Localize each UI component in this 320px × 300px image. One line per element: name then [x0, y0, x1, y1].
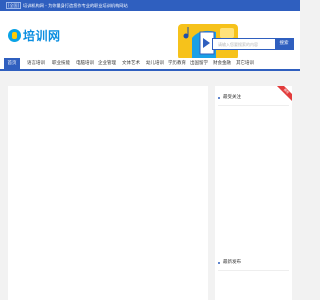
search-input[interactable]: 请输入您要搜索的内容 [218, 41, 258, 48]
top-bar: [全国] 培训机构网 - 为你量身打造您作专业的职业培训机构网站 [0, 0, 300, 11]
sidebar-title-popular: 最受关注 [223, 95, 241, 100]
site-logo[interactable]: 培训网 [8, 28, 61, 43]
logo-text: 培训网 [23, 29, 61, 43]
nav-item-home[interactable]: 首页 [4, 58, 20, 69]
nav-item-management[interactable]: 企业管理 [96, 58, 118, 69]
search-button[interactable]: 搜索 [275, 39, 293, 49]
sidebar-title-latest: 最新发布 [223, 260, 241, 265]
search-bar: 请输入您要搜索的内容 搜索 [212, 38, 294, 50]
main-nav: 首页 语言培训 职业技能 电脑培训 企业管理 文体艺术 幼儿培训 学历教育 出国… [0, 58, 300, 71]
nav-item-computer[interactable]: 电脑培训 [74, 58, 96, 69]
nav-item-degree[interactable]: 学历教育 [166, 58, 188, 69]
bullet-icon [218, 262, 220, 264]
divider [218, 105, 289, 106]
city-selector[interactable]: [全国] [6, 2, 22, 9]
main-content-panel [8, 86, 208, 300]
bullet-icon [218, 97, 220, 99]
logo-mark-icon [8, 29, 21, 42]
site-header: 培训网 请输入您要搜索的内容 搜索 [0, 11, 300, 60]
nav-item-children[interactable]: 幼儿培训 [144, 58, 166, 69]
nav-item-other[interactable]: 其它培训 [234, 58, 256, 69]
recommend-ribbon: 推荐 [274, 86, 292, 104]
sidebar-panel: 推荐 最受关注 最新发布 [215, 86, 292, 300]
divider [218, 270, 289, 271]
nav-item-study-abroad[interactable]: 出国留学 [188, 58, 210, 69]
nav-item-vocational[interactable]: 职业技能 [50, 58, 72, 69]
top-bar-message: 培训机构网 - 为你量身打造您作专业的职业培训机构网站 [23, 3, 128, 8]
nav-item-language[interactable]: 语言培训 [25, 58, 47, 69]
nav-item-arts[interactable]: 文体艺术 [120, 58, 142, 69]
nav-item-finance[interactable]: 财会金融 [211, 58, 233, 69]
